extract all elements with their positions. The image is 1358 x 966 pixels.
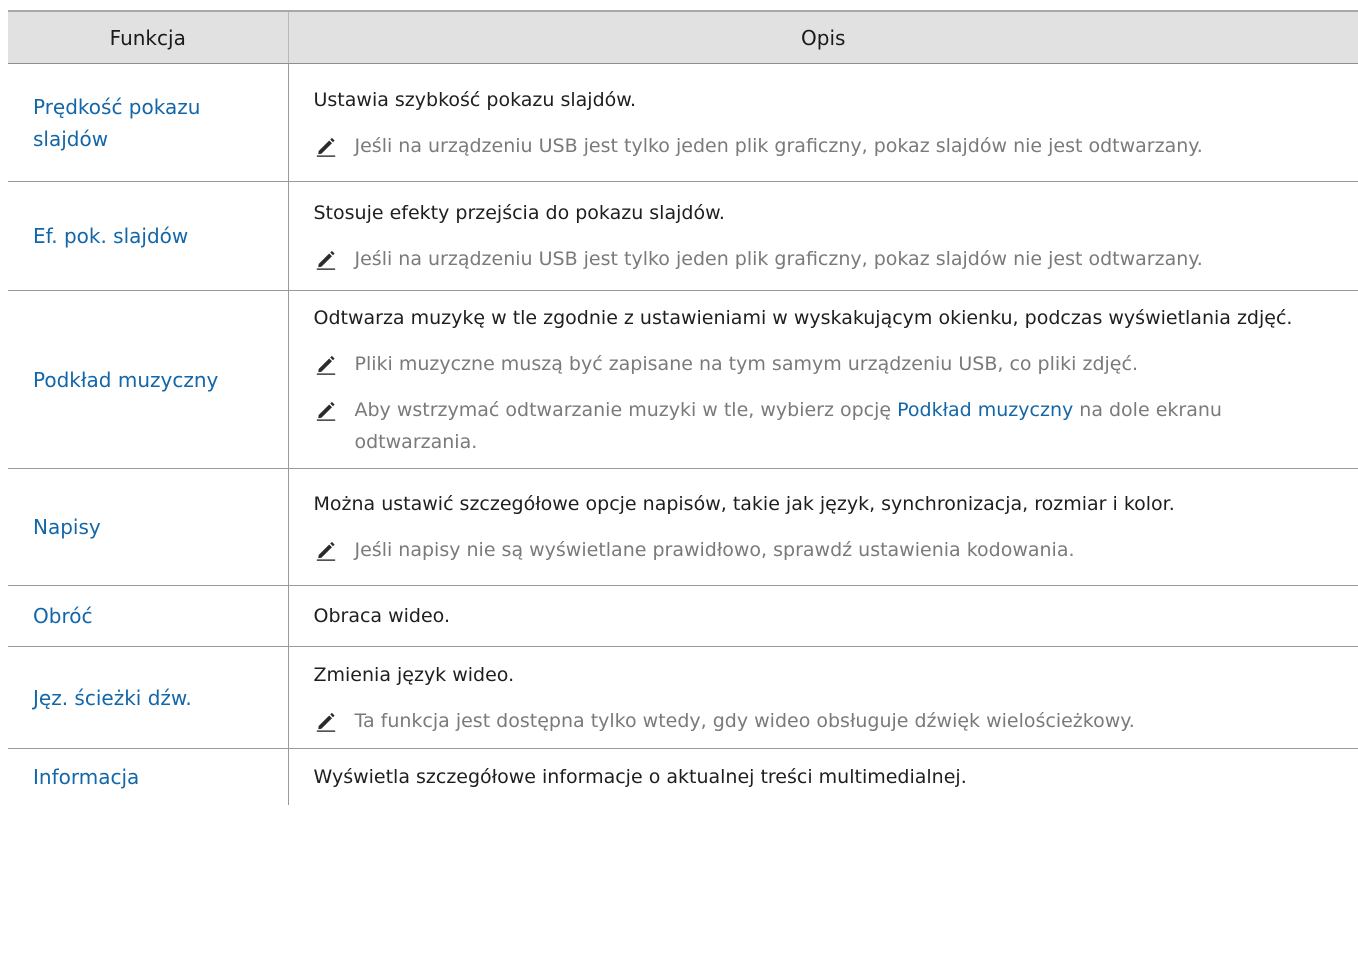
function-name[interactable]: Jęz. ścieżki dźw. bbox=[8, 646, 288, 749]
function-description-cell: Można ustawić szczegółowe opcje napisów,… bbox=[287, 468, 1358, 586]
function-name[interactable]: Ef. pok. slajdów bbox=[8, 181, 288, 291]
function-description: Ustawia szybkość pokazu slajdów. bbox=[313, 88, 637, 111]
function-description-cell: Stosuje efekty przejścia do pokazu slajd… bbox=[287, 181, 1358, 291]
table-row: Podkład muzyczny Odtwarza muzykę w tle z… bbox=[8, 290, 1358, 469]
note: Pliki muzyczne muszą być zapisane na tym… bbox=[314, 348, 1339, 380]
table-row: Napisy Można ustawić szczegółowe opcje n… bbox=[8, 468, 1358, 586]
table-row: Ef. pok. slajdów Stosuje efekty przejści… bbox=[8, 181, 1358, 291]
note: Aby wstrzymać odtwarzanie muzyki w tle, … bbox=[314, 394, 1339, 458]
table-row: Informacja Wyświetla szczegółowe informa… bbox=[8, 748, 1358, 805]
function-description: Odtwarza muzykę w tle zgodnie z ustawien… bbox=[313, 306, 1293, 329]
table-row: Prędkość pokazu slajdów Ustawia szybkość… bbox=[8, 63, 1358, 182]
function-description: Zmienia język wideo. bbox=[313, 663, 515, 686]
function-name[interactable]: Informacja bbox=[8, 749, 288, 805]
function-description: Wyświetla szczegółowe informacje o aktua… bbox=[313, 765, 967, 788]
function-name[interactable]: Napisy bbox=[8, 468, 288, 586]
function-description-cell: Ustawia szybkość pokazu slajdów. Jeśli n… bbox=[287, 63, 1358, 182]
function-description: Obraca wideo. bbox=[313, 605, 451, 627]
table-row: Obróć Obraca wideo. bbox=[8, 585, 1358, 647]
function-description-cell: Obraca wideo. bbox=[287, 585, 1358, 647]
function-name[interactable]: Prędkość pokazu slajdów bbox=[8, 63, 288, 182]
table-row: Jęz. ścieżki dźw. Zmienia język wideo. T… bbox=[8, 646, 1358, 749]
pencil-note-icon bbox=[316, 355, 335, 375]
note-highlight-link[interactable]: Podkład muzyczny bbox=[897, 399, 1073, 421]
function-description: Można ustawić szczegółowe opcje napisów,… bbox=[313, 493, 1175, 515]
function-name[interactable]: Podkład muzyczny bbox=[8, 290, 288, 469]
function-description-cell: Zmienia język wideo. Ta funkcja jest dos… bbox=[287, 646, 1358, 749]
note: Ta funkcja jest dostępna tylko wtedy, gd… bbox=[314, 705, 1339, 737]
pencil-note-icon bbox=[316, 401, 335, 421]
note-text: Pliki muzyczne muszą być zapisane na tym… bbox=[354, 352, 1138, 375]
function-table: Funkcja Opis Prędkość pokazu slajdów Ust… bbox=[8, 10, 1358, 805]
note-text: Jeśli napisy nie są wyświetlane prawidło… bbox=[354, 539, 1075, 561]
pencil-note-icon bbox=[316, 541, 335, 561]
function-description-cell: Odtwarza muzykę w tle zgodnie z ustawien… bbox=[287, 290, 1358, 469]
table-header-row: Funkcja Opis bbox=[8, 10, 1358, 64]
note-text-before: Aby wstrzymać odtwarzanie muzyki w tle, … bbox=[354, 398, 898, 421]
header-function: Funkcja bbox=[8, 10, 288, 64]
function-name[interactable]: Obróć bbox=[8, 585, 288, 647]
note-text: Ta funkcja jest dostępna tylko wtedy, gd… bbox=[354, 709, 1135, 732]
note: Jeśli na urządzeniu USB jest tylko jeden… bbox=[314, 243, 1339, 275]
function-description: Stosuje efekty przejścia do pokazu slajd… bbox=[313, 202, 725, 224]
note-text: Jeśli na urządzeniu USB jest tylko jeden… bbox=[354, 134, 1203, 157]
pencil-note-icon bbox=[316, 712, 335, 732]
note: Jeśli napisy nie są wyświetlane prawidło… bbox=[314, 534, 1339, 566]
pencil-note-icon bbox=[316, 137, 335, 157]
note: Jeśli na urządzeniu USB jest tylko jeden… bbox=[314, 130, 1339, 162]
pencil-note-icon bbox=[316, 250, 335, 270]
note-text: Jeśli na urządzeniu USB jest tylko jeden… bbox=[354, 248, 1203, 270]
function-description-cell: Wyświetla szczegółowe informacje o aktua… bbox=[287, 748, 1358, 805]
header-description: Opis bbox=[287, 10, 1358, 64]
